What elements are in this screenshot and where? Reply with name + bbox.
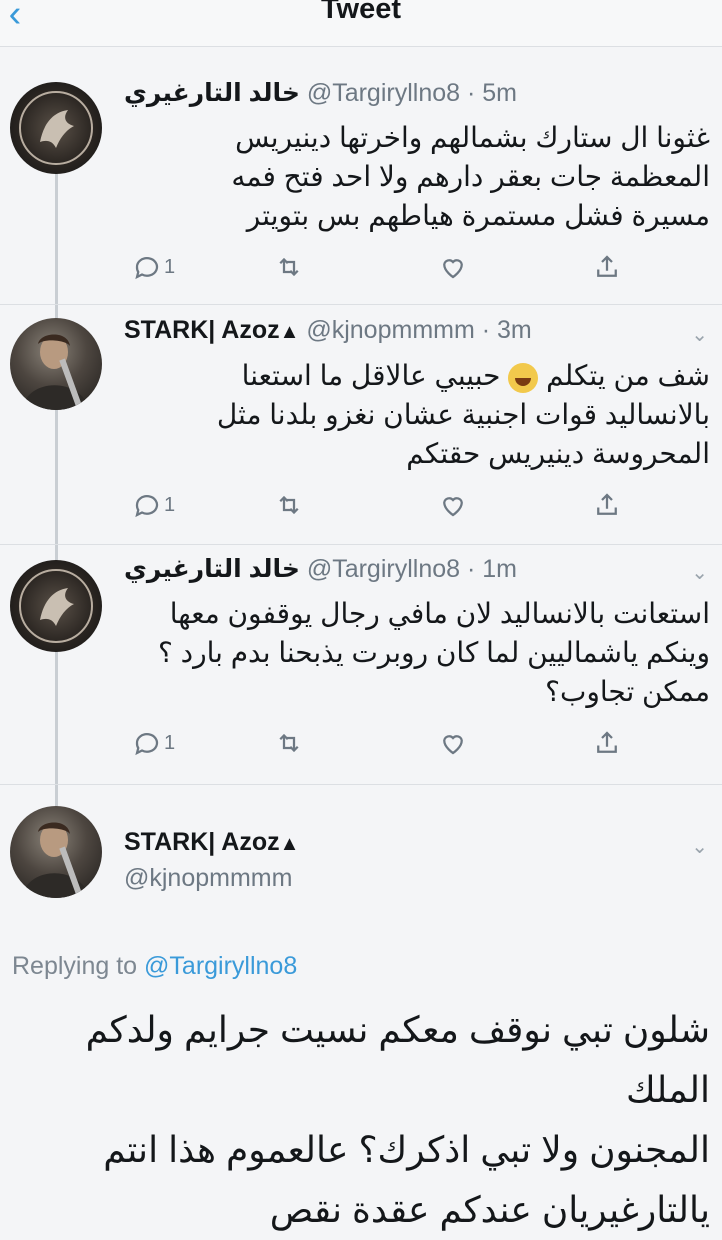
tweet-actions: 1 — [124, 728, 644, 768]
retweet-button[interactable] — [274, 728, 304, 768]
display-name[interactable]: STARK| Azoz — [124, 316, 280, 344]
reply-button[interactable]: 1 — [132, 252, 175, 292]
like-icon — [443, 735, 463, 755]
dragon-sigil-icon — [19, 91, 93, 165]
dragon-sigil-icon — [19, 569, 93, 643]
like-button[interactable] — [438, 728, 468, 768]
avatar[interactable] — [10, 82, 102, 174]
wolf-icon: ▲ — [279, 321, 300, 343]
tweet-text: شف من يتكلم حبيبي عالاقل ما استعنا بالان… — [216, 360, 710, 469]
top-bar: ‹ Tweet — [0, 0, 722, 47]
share-button[interactable] — [592, 490, 622, 530]
replying-to: Replying to @Targiryllno8 — [12, 952, 298, 980]
chevron-down-icon[interactable]: ⌄ — [691, 560, 708, 585]
display-name[interactable]: خالد التارغيري — [124, 555, 300, 583]
wolf-icon: ▲ — [279, 833, 300, 855]
reply-button[interactable]: 1 — [132, 490, 175, 530]
thread-line — [55, 160, 58, 810]
like-button[interactable] — [438, 252, 468, 292]
tweet-author: STARK| Azoz▲ @kjnopmmmm · 3m — [124, 316, 694, 352]
retweet-button[interactable] — [274, 252, 304, 292]
display-name[interactable]: STARK| Azoz — [124, 828, 280, 856]
divider — [0, 544, 722, 545]
tweet-text: استعانت بالانساليد لان مافي رجال يوقفون … — [157, 598, 710, 707]
chevron-down-icon[interactable]: ⌄ — [691, 322, 708, 347]
replying-to-link[interactable]: @Targiryllno8 — [144, 952, 297, 980]
tweet-text: غثونا ال ستارك بشمالهم واخرتها دينيريس ا… — [231, 122, 710, 231]
share-button[interactable] — [592, 728, 622, 768]
tweet-author: خالد التارغيري @Targiryllno8 · 5m — [124, 78, 694, 114]
avatar[interactable] — [10, 318, 102, 410]
handle[interactable]: @Targiryllno8 — [307, 555, 460, 583]
display-name[interactable]: خالد التارغيري — [124, 79, 300, 107]
like-icon — [443, 259, 463, 279]
handle[interactable]: @Targiryllno8 — [307, 79, 460, 107]
timestamp: · 5m — [467, 79, 517, 107]
timestamp: · 1m — [467, 555, 517, 583]
divider — [0, 784, 722, 785]
tweet-actions: 1 — [124, 252, 644, 292]
retweet-icon — [279, 495, 299, 515]
reply-icon — [135, 733, 159, 756]
laughing-emoji-icon — [508, 362, 539, 393]
profile-photo — [22, 822, 90, 898]
share-icon — [597, 731, 617, 753]
profile-photo — [22, 334, 90, 410]
retweet-button[interactable] — [274, 490, 304, 530]
tweet-author: STARK| Azoz▲ — [124, 828, 694, 864]
avatar[interactable] — [10, 560, 102, 652]
handle[interactable]: @kjnopmmmm — [124, 864, 292, 893]
timestamp: · 3m — [481, 316, 532, 344]
tweet-actions: 1 — [124, 490, 644, 530]
like-icon — [443, 497, 463, 517]
share-button[interactable] — [592, 252, 622, 292]
reply-button[interactable]: 1 — [132, 728, 175, 768]
share-icon — [597, 255, 617, 277]
chevron-down-icon[interactable]: ⌄ — [691, 834, 708, 859]
retweet-icon — [279, 257, 299, 277]
reply-icon — [135, 257, 159, 280]
avatar[interactable] — [10, 806, 102, 898]
main-tweet-text: شلون تبي نوقف معكم نسيت جرايم ولدكم المل… — [85, 1009, 710, 1230]
reply-icon — [135, 495, 159, 518]
like-button[interactable] — [438, 490, 468, 530]
divider — [0, 304, 722, 305]
retweet-icon — [279, 733, 299, 753]
tweet-author: خالد التارغيري @Targiryllno8 · 1m — [124, 554, 694, 590]
share-icon — [597, 493, 617, 515]
page-title: Tweet — [320, 0, 402, 25]
handle[interactable]: @kjnopmmmm — [306, 316, 474, 344]
